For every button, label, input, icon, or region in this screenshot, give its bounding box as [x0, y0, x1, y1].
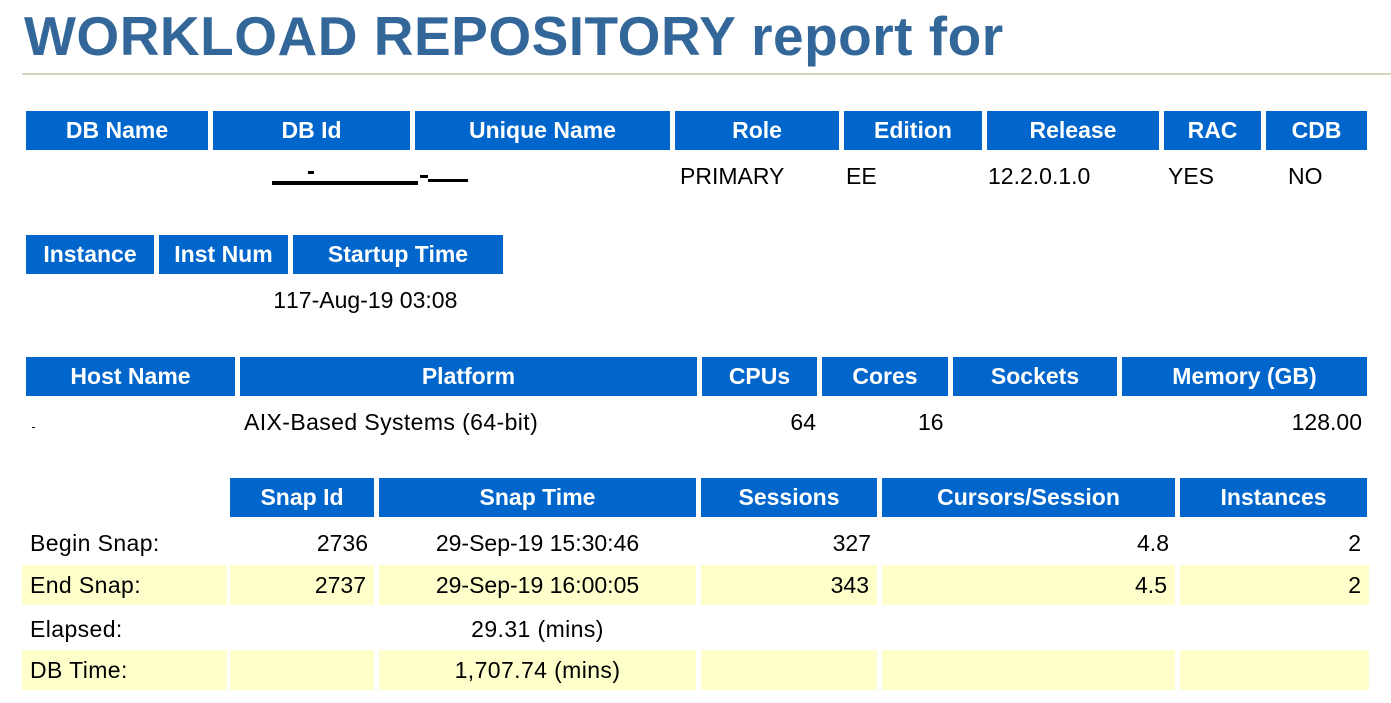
header-cpus: CPUs	[702, 357, 817, 396]
redacted-db-name	[30, 172, 110, 186]
row-label: End Snap:	[22, 565, 227, 605]
header-cdb: CDB	[1266, 111, 1367, 150]
cell-release: 12.2.0.1.0	[988, 163, 1091, 189]
cell-cdb: NO	[1288, 163, 1323, 189]
cell-sockets	[953, 402, 1117, 442]
redacted-instance	[30, 298, 120, 312]
cell-cursors-session: 4.8	[1137, 530, 1169, 556]
header-edition: Edition	[844, 111, 982, 150]
cell-snap-id	[228, 609, 376, 649]
redacted-host-name	[30, 414, 90, 428]
header-rac: RAC	[1164, 111, 1261, 150]
header-snap-time: Snap Time	[379, 478, 696, 517]
report-title: WORKLOAD REPOSITORY report for	[24, 5, 1004, 67]
header-sessions: Sessions	[701, 478, 877, 517]
header-host-name: Host Name	[26, 357, 235, 396]
cell-inst-num: 1	[273, 287, 286, 313]
cell-rac: YES	[1168, 163, 1215, 189]
cell-sessions	[701, 650, 877, 690]
awr-report-page: WORKLOAD REPOSITORY report for DB Name D…	[0, 0, 1391, 703]
header-role: Role	[675, 111, 839, 150]
cell-instances	[1178, 609, 1369, 649]
header-cores: Cores	[822, 357, 948, 396]
cell-snap-id: 2737	[230, 565, 374, 605]
title-divider	[22, 73, 1391, 75]
cell-role: PRIMARY	[680, 163, 785, 189]
row-label: Elapsed:	[30, 616, 123, 642]
cell-cursors-session: 4.5	[882, 565, 1175, 605]
cell-snap-time: 29-Sep-19 16:00:05	[379, 565, 696, 605]
cell-snap-time: 1,707.74 (mins)	[379, 650, 696, 690]
cell-cpus: 64	[790, 409, 816, 435]
cell-snap-time: 29.31 (mins)	[471, 616, 604, 642]
cell-sessions: 343	[701, 565, 877, 605]
cell-startup-time: 17-Aug-19 03:08	[286, 287, 458, 313]
row-label: Begin Snap:	[30, 530, 160, 556]
redacted-db-id	[268, 168, 478, 188]
cell-sessions: 327	[832, 530, 871, 556]
header-sockets: Sockets	[953, 357, 1117, 396]
header-db-id: DB Id	[213, 111, 410, 150]
cell-snap-id: 2736	[316, 530, 368, 556]
header-unique-name: Unique Name	[415, 111, 670, 150]
header-platform: Platform	[240, 357, 697, 396]
header-db-name: DB Name	[26, 111, 208, 150]
cell-snap-id	[230, 650, 374, 690]
cell-platform: AIX-Based Systems (64-bit)	[244, 409, 539, 435]
cell-cursors-session	[880, 609, 1177, 649]
cell-instances: 2	[1348, 530, 1361, 556]
row-label: DB Time:	[22, 650, 227, 690]
header-release: Release	[987, 111, 1159, 150]
header-startup-time: Startup Time	[293, 235, 503, 274]
cell-cursors-session	[882, 650, 1175, 690]
cell-memory: 128.00	[1291, 409, 1362, 435]
cell-edition: EE	[846, 163, 877, 189]
header-instances: Instances	[1180, 478, 1367, 517]
cell-snap-time: 29-Sep-19 15:30:46	[435, 530, 640, 556]
cell-sessions	[699, 609, 879, 649]
header-inst-num: Inst Num	[159, 235, 288, 274]
header-cursors-session: Cursors/Session	[882, 478, 1175, 517]
header-instance: Instance	[26, 235, 154, 274]
header-memory: Memory (GB)	[1122, 357, 1367, 396]
cell-instances: 2	[1180, 565, 1369, 605]
header-snap-id: Snap Id	[230, 478, 374, 517]
cell-instances	[1180, 650, 1369, 690]
